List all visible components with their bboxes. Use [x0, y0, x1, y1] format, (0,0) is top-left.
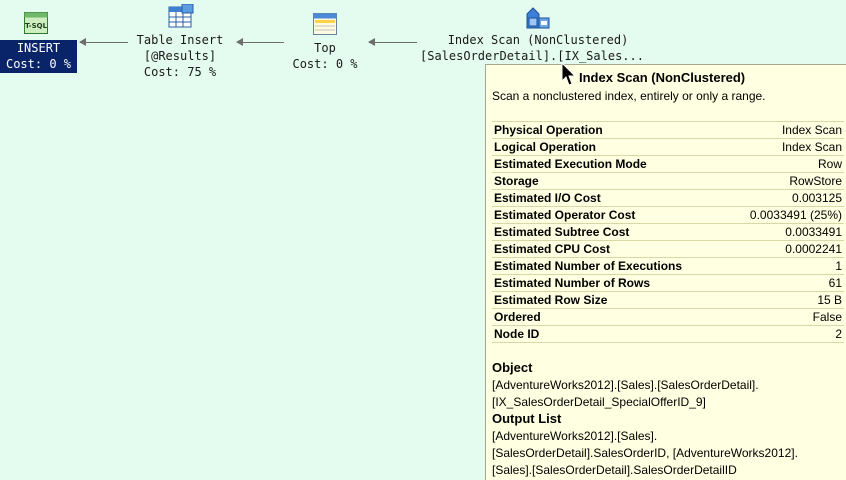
tooltip-title: Index Scan (NonClustered) — [579, 70, 746, 85]
table-insert-target: [@Results] — [143, 49, 217, 63]
top-cost: Cost: 0 % — [292, 57, 358, 71]
operator-tooltip: Index Scan (NonClustered) Scan a nonclus… — [485, 64, 846, 480]
tooltip-property-row: Estimated Row Size 15 B — [492, 291, 844, 309]
tooltip-property-key: Estimated Number of Executions — [492, 257, 727, 275]
tooltip-property-row: Estimated Operator Cost 0.0033491 (25%) — [492, 206, 844, 224]
tooltip-property-row: Node ID 2 — [492, 325, 844, 343]
tooltip-object-line: [AdventureWorks2012].[Sales].[SalesOrder… — [492, 378, 759, 392]
tooltip-object-line: [IX_SalesOrderDetail_SpecialOfferID_9] — [492, 395, 706, 409]
tooltip-property-value: RowStore — [726, 172, 844, 190]
tooltip-property-key: Estimated CPU Cost — [492, 240, 727, 258]
tooltip-property-key: Estimated Subtree Cost — [492, 223, 727, 241]
top-icon[interactable] — [313, 13, 337, 35]
flow-arrow-table-insert-to-insert — [79, 38, 128, 46]
tsql-icon[interactable]: T-SQL — [24, 12, 48, 34]
tooltip-property-row: Estimated Execution Mode Row — [492, 155, 844, 173]
tooltip-property-key: Node ID — [492, 325, 727, 343]
tooltip-property-row: Estimated CPU Cost 0.0002241 — [492, 240, 844, 258]
tooltip-object-heading: Object — [492, 360, 533, 375]
tooltip-property-key: Physical Operation — [492, 121, 727, 139]
table-insert-cost: Cost: 75 % — [143, 65, 217, 79]
tooltip-property-value: 1 — [726, 257, 844, 275]
tooltip-properties-table: Physical Operation Index Scan Logical Oper… — [492, 121, 844, 343]
tooltip-property-key: Logical Operation — [492, 138, 727, 156]
tooltip-output-line: [Sales].[SalesOrderDetail].SalesOrderDet… — [492, 463, 737, 477]
flow-arrow-index-scan-to-top — [368, 38, 417, 46]
tooltip-output-line: [SalesOrderDetail].SalesOrderID, [Advent… — [492, 446, 798, 460]
tooltip-property-key: Estimated Operator Cost — [492, 206, 727, 224]
tooltip-property-value: Index Scan — [726, 121, 844, 139]
tooltip-property-row: Physical Operation Index Scan — [492, 121, 844, 139]
insert-label: INSERT — [16, 41, 61, 55]
top-node[interactable]: Top Cost: 0 % — [283, 40, 367, 72]
tooltip-object-value: [AdventureWorks2012].[Sales].[SalesOrder… — [492, 377, 842, 411]
tooltip-property-key: Storage — [492, 172, 727, 190]
mouse-cursor-icon — [561, 61, 577, 93]
tooltip-property-key: Estimated Number of Rows — [492, 274, 727, 292]
tooltip-property-value: 0.0033491 (25%) — [726, 206, 844, 224]
tooltip-property-value: Row — [726, 155, 844, 173]
tooltip-property-key: Estimated Row Size — [492, 291, 727, 309]
tooltip-property-row: Estimated Number of Rows 61 — [492, 274, 844, 292]
table-insert-label: Table Insert — [136, 33, 224, 47]
top-label: Top — [314, 41, 336, 55]
insert-cost: Cost: 0 % — [5, 57, 72, 71]
tooltip-property-row: Logical Operation Index Scan — [492, 138, 844, 156]
tooltip-property-value: 0.003125 — [726, 189, 844, 207]
tooltip-property-value: 0.0002241 — [726, 240, 844, 258]
tooltip-property-key: Estimated I/O Cost — [492, 189, 727, 207]
tooltip-description: Scan a nonclustered index, entirely or o… — [492, 89, 766, 103]
tooltip-property-row: Estimated I/O Cost 0.003125 — [492, 189, 844, 207]
tooltip-property-row: Estimated Subtree Cost 0.0033491 — [492, 223, 844, 241]
tooltip-output-heading: Output List — [492, 411, 562, 426]
table-insert-icon[interactable] — [168, 3, 194, 30]
tsql-icon-text: T-SQL — [25, 22, 48, 30]
table-insert-node[interactable]: Table Insert [@Results] Cost: 75 % — [125, 32, 235, 80]
index-scan-node[interactable]: Index Scan (NonClustered) [SalesOrderDet… — [414, 32, 662, 64]
tooltip-property-key: Ordered — [492, 308, 727, 326]
index-scan-label: Index Scan (NonClustered) — [447, 33, 629, 47]
tooltip-output-value: [AdventureWorks2012].[Sales]. [SalesOrde… — [492, 428, 842, 479]
tooltip-property-value: 2 — [726, 325, 844, 343]
insert-node[interactable]: INSERT Cost: 0 % — [0, 40, 77, 73]
tooltip-property-value: False — [726, 308, 844, 326]
tooltip-output-line: [AdventureWorks2012].[Sales]. — [492, 429, 658, 443]
tooltip-property-value: 61 — [726, 274, 844, 292]
tooltip-property-value: 0.0033491 — [726, 223, 844, 241]
index-scan-icon[interactable] — [525, 4, 551, 30]
tooltip-property-row: Estimated Number of Executions 1 — [492, 257, 844, 275]
tooltip-property-value: 15 B — [726, 291, 844, 309]
tooltip-property-key: Estimated Execution Mode — [492, 155, 727, 173]
flow-arrow-top-to-table-insert — [236, 38, 284, 46]
index-scan-object: [SalesOrderDetail].[IX_Sales... — [420, 49, 644, 63]
tooltip-property-row: Storage RowStore — [492, 172, 844, 190]
tooltip-property-value: Index Scan — [726, 138, 844, 156]
tooltip-property-row: Ordered False — [492, 308, 844, 326]
